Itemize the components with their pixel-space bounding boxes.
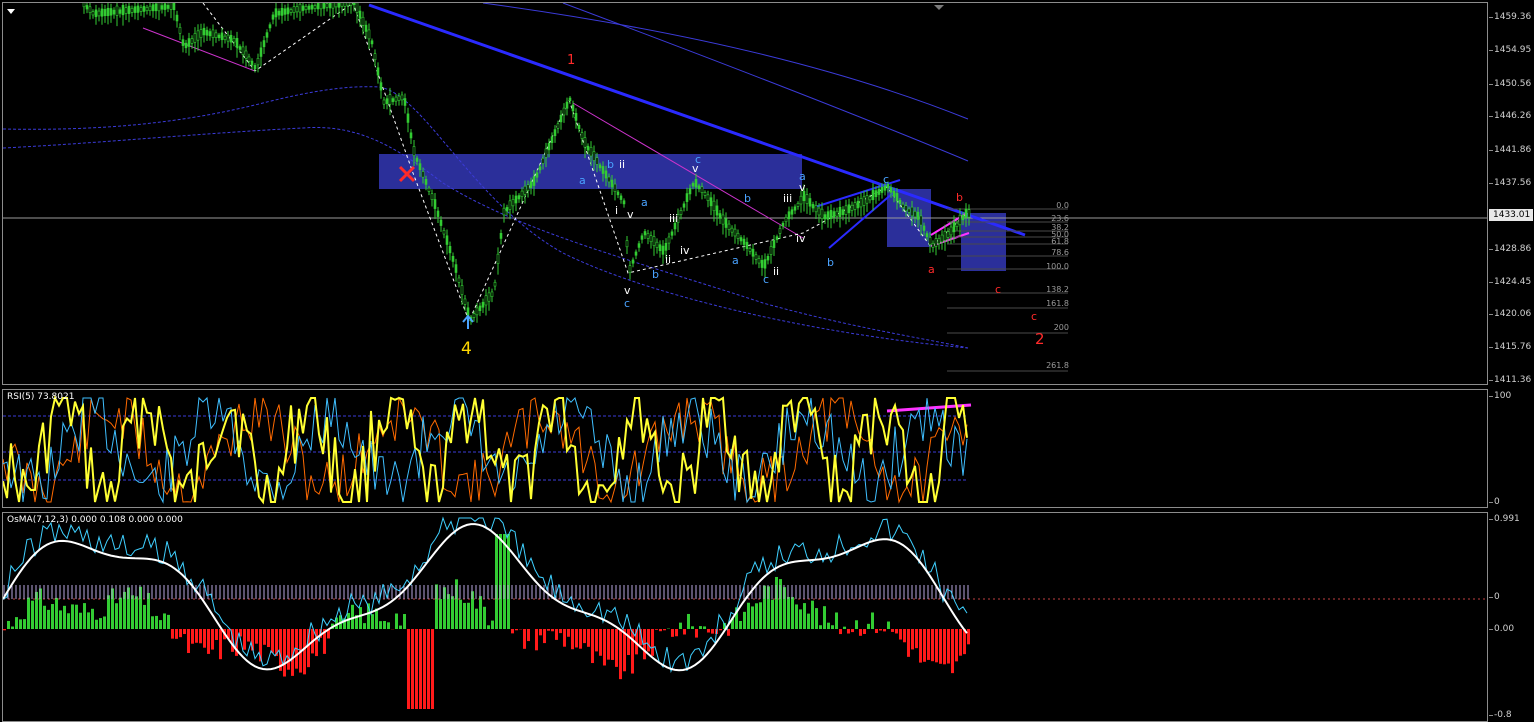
- wave-label-b: b: [652, 268, 659, 281]
- price-tick: 1415.76: [1488, 342, 1532, 352]
- price-tick: 1437.56: [1488, 178, 1532, 188]
- wave-label-c: c: [883, 173, 890, 186]
- wave-label-iv: iv: [680, 244, 690, 257]
- fib-label: 100.0: [1046, 262, 1069, 271]
- price-tick: 1450.56: [1488, 79, 1532, 89]
- osma-label: OsMA(7,12,3) 0.000 0.108 0.000 0.000: [7, 515, 183, 525]
- dropdown-triangle-icon[interactable]: [7, 9, 15, 14]
- fib-label: 261.8: [1046, 361, 1069, 370]
- price-tick: 1428.86: [1488, 244, 1532, 254]
- fib-label: 200: [1053, 323, 1069, 332]
- wave-label-iv: iv: [796, 232, 806, 245]
- fib-label: 0.0: [1056, 201, 1069, 210]
- wave-label-c: c: [695, 153, 702, 166]
- price-tick: 1420.06: [1488, 309, 1532, 319]
- rsi-lines: [3, 395, 968, 505]
- scroll-marker-icon[interactable]: [934, 5, 944, 10]
- rsi-pane[interactable]: RSI(5) 73.8021: [2, 389, 1488, 508]
- osma-tick: -0.8: [1489, 710, 1512, 720]
- rsi-tick: 0: [1489, 497, 1500, 507]
- wave-label-2: 2: [1035, 330, 1045, 348]
- price-tick: 1454.95: [1488, 45, 1532, 55]
- rsi-canvas: [3, 395, 972, 505]
- price-tick: 1459.36: [1488, 12, 1532, 22]
- osma-tick: 0: [1489, 592, 1500, 602]
- wave-label-i: i: [615, 204, 619, 217]
- price-axis[interactable]: 1459.36 1454.95 1450.56 1446.26 1441.86 …: [1488, 2, 1534, 385]
- price-tick: 1411.36: [1488, 375, 1532, 385]
- osma-axis: 0.991 0 0.00 -0.8: [1488, 512, 1534, 722]
- fib-label: 23.6: [1051, 214, 1069, 223]
- wave-label-a: a: [579, 174, 586, 187]
- moving-average-mid: [562, 3, 969, 162]
- osma-pane[interactable]: OsMA(7,12,3) 0.000 0.108 0.000 0.000: [2, 512, 1488, 722]
- wave-label-ii: ii: [665, 253, 672, 266]
- wave-label-c: c: [1031, 310, 1038, 323]
- fib-label: 161.8: [1046, 299, 1069, 308]
- fib-label: 61.8: [1051, 237, 1069, 246]
- wave-label-v: v: [624, 284, 631, 297]
- fib-label: 78.6: [1051, 248, 1069, 257]
- wave-label-1: 1: [567, 53, 576, 68]
- rsi-axis: 100 0: [1488, 389, 1534, 508]
- moving-average-slow: [482, 3, 969, 120]
- osma-canvas: [3, 516, 1487, 709]
- rsi-label: RSI(5) 73.8021: [7, 392, 75, 402]
- wave-label-a: a: [641, 196, 648, 209]
- wave-label-v: v: [799, 181, 806, 194]
- wave-label-c: c: [624, 297, 631, 310]
- osma-histogram: [3, 534, 970, 709]
- price-tick: 1446.26: [1488, 111, 1532, 121]
- wave-label-a: a: [928, 263, 935, 276]
- wave-label-b: b: [744, 192, 751, 205]
- wave-label-b: b: [607, 158, 614, 171]
- price-chart-pane[interactable]: 0.0 23.6 38.2 50.0 61.8 78.6 100.0 138.2…: [2, 2, 1488, 385]
- wave-label-a: a: [732, 254, 739, 267]
- current-price-tag: 1433.01: [1489, 209, 1533, 221]
- price-tick: 1441.86: [1488, 145, 1532, 155]
- wave-label-iii: iii: [783, 192, 793, 205]
- osma-tick: 0.00: [1488, 624, 1515, 634]
- wave-label-c: c: [995, 283, 1002, 296]
- fib-label: 138.2: [1046, 285, 1069, 294]
- wave-label-iii: iii: [669, 212, 679, 225]
- wave-label-b: b: [827, 256, 834, 269]
- wave-label-ii: ii: [619, 158, 626, 171]
- wave-label-4: 4: [461, 339, 472, 359]
- wave-label-b: b: [956, 191, 963, 204]
- wave-label-ii: ii: [773, 265, 780, 278]
- fib-labels: 0.0 23.6 38.2 50.0 61.8 78.6 100.0 138.2…: [1023, 3, 1069, 384]
- wave-label-c: c: [763, 273, 770, 286]
- rsi-tick: 100: [1488, 391, 1512, 401]
- price-tick: 1424.45: [1488, 277, 1532, 287]
- wave-label-v: v: [627, 208, 634, 221]
- osma-tick: 0.991: [1489, 514, 1520, 524]
